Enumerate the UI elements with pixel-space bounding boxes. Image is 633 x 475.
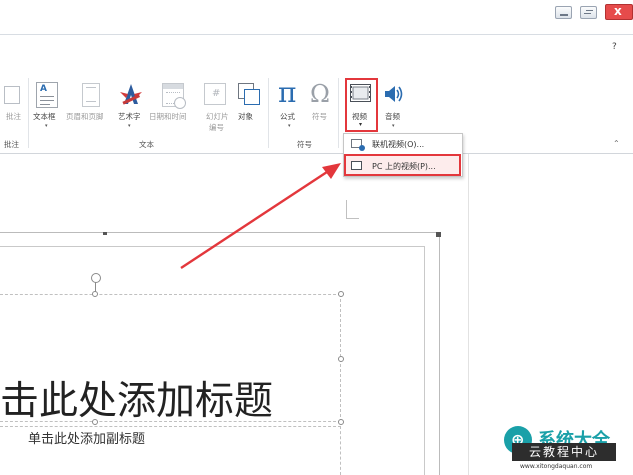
pane-divider	[468, 154, 469, 475]
resize-handle[interactable]	[338, 356, 344, 362]
group-separator	[268, 78, 269, 148]
object-icon	[238, 83, 260, 105]
title-placeholder-text: 击此处添加标题	[0, 379, 274, 424]
slide-corner-marker	[436, 232, 441, 237]
slide-number-label-1: 幻灯片	[206, 112, 229, 121]
watermark-url: www.xitongdaquan.com	[520, 463, 593, 470]
datetime-label: 日期和时间	[149, 112, 187, 121]
menu-item-label: PC 上的视频(P)...	[372, 162, 436, 171]
slide-number-button[interactable]: #	[204, 83, 226, 105]
calendar-icon	[162, 83, 186, 109]
datetime-button[interactable]	[162, 83, 186, 109]
watermark-subtitle: 云教程中心	[512, 443, 616, 461]
resize-handle[interactable]	[92, 291, 98, 297]
resize-handle[interactable]	[338, 291, 344, 297]
comments-group-label: 批注	[4, 140, 19, 149]
object-button[interactable]	[238, 83, 260, 105]
resize-handle[interactable]	[338, 419, 344, 425]
chevron-down-icon: ▾	[128, 123, 131, 129]
wordart-button[interactable]	[118, 82, 144, 108]
rotate-handle[interactable]	[91, 273, 101, 283]
online-video-icon	[351, 139, 365, 151]
wordart-icon	[120, 84, 142, 105]
header-footer-icon	[82, 83, 100, 107]
symbol-label: 符号	[312, 112, 327, 121]
object-label: 对象	[238, 112, 253, 121]
audio-label[interactable]: 音频	[385, 111, 400, 122]
chevron-down-icon: ▾	[288, 123, 291, 129]
symbols-group-label: 符号	[297, 140, 312, 149]
formula-label: 公式	[280, 112, 295, 121]
pi-icon[interactable]: π	[278, 78, 296, 108]
header-footer-button[interactable]	[82, 83, 100, 107]
comment-button-label[interactable]: 批注	[6, 111, 21, 122]
slide-number-icon: #	[204, 83, 226, 105]
text-group-label: 文本	[139, 140, 154, 149]
video-dropdown-menu: 联机视频(O)... PC 上的视频(P)...	[343, 133, 463, 177]
slide-number-label-2: 编号	[209, 123, 224, 132]
help-button[interactable]: ?	[612, 42, 617, 52]
chevron-down-icon: ▾	[45, 123, 48, 129]
watermark: ⊕ 系统大全 云教程中心 www.xitongdaquan.com	[498, 422, 633, 475]
header-footer-label: 页眉和页脚	[66, 112, 104, 121]
group-separator	[28, 78, 29, 148]
chevron-down-icon: ▾	[359, 121, 363, 128]
close-icon: x	[614, 4, 622, 18]
menu-item-online-video[interactable]: 联机视频(O)...	[345, 135, 461, 154]
tabs-divider	[0, 34, 633, 35]
monitor-icon	[351, 161, 362, 170]
comment-icon	[4, 86, 20, 104]
collapse-ribbon-icon[interactable]: ⌃	[613, 139, 620, 148]
speaker-icon	[384, 84, 404, 104]
textbox-button[interactable]: A	[36, 82, 58, 108]
title-bar	[0, 0, 633, 25]
group-separator	[338, 78, 339, 148]
textbox-icon: A	[36, 82, 58, 108]
subtitle-placeholder-text: 单击此处添加副标题	[28, 432, 146, 447]
menu-item-label: 联机视频(O)...	[372, 140, 425, 149]
textbox-label: 文本框	[33, 112, 56, 121]
chevron-down-icon: ▾	[392, 123, 395, 129]
omega-icon[interactable]: Ω	[310, 80, 330, 108]
restore-button[interactable]	[580, 6, 597, 19]
slide-edge-marker	[103, 232, 107, 235]
film-icon	[350, 84, 371, 102]
annotation-arrow	[180, 163, 341, 270]
minimize-button[interactable]	[555, 6, 572, 19]
close-button[interactable]: x	[605, 4, 633, 20]
wordart-label: 艺术字	[118, 112, 141, 121]
menu-item-pc-video[interactable]: PC 上的视频(P)...	[344, 154, 461, 176]
